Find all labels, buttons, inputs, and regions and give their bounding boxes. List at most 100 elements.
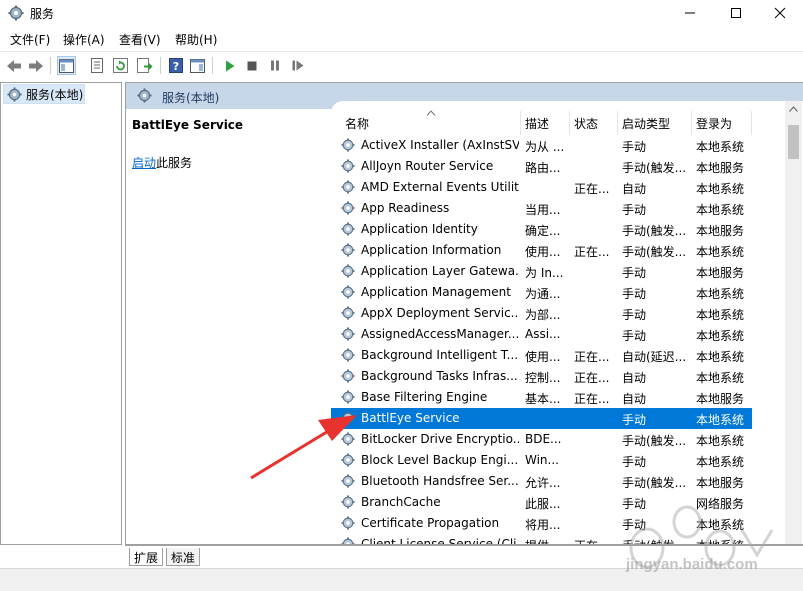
tab-extended[interactable]: 扩展 [129, 548, 164, 566]
start-service-link[interactable]: 启动 [132, 156, 156, 170]
service-status: 正在... [574, 392, 610, 406]
service-name: AppX Deployment Servic... [361, 306, 519, 320]
service-row[interactable]: Application Management 为通... 手动 本地系统 [331, 282, 752, 303]
service-name: BranchCache [361, 495, 441, 509]
close-icon [774, 7, 786, 19]
help-icon[interactable]: ? [166, 56, 185, 75]
service-startup-type: 手动 [622, 413, 647, 427]
properties-icon[interactable] [87, 56, 106, 75]
service-row[interactable]: Base Filtering Engine 基本... 正在... 自动 本地服务 [331, 387, 752, 408]
pause-service-icon[interactable] [265, 56, 284, 75]
export-list-icon[interactable] [135, 56, 154, 75]
service-row[interactable]: Application Identity 确定... 手动(触发... 本地服务 [331, 219, 752, 240]
column-description[interactable]: 描述 [525, 113, 549, 133]
services-gear-icon [137, 88, 152, 106]
service-gear-icon [341, 390, 355, 407]
stop-service-icon[interactable] [242, 56, 261, 75]
service-row[interactable]: Background Intelligent T... 使用... 正在... 自动(… [331, 345, 752, 366]
tree-item-services-local[interactable]: 服务(本地) [3, 84, 85, 104]
maximize-button[interactable] [713, 0, 759, 26]
show-hide-action-pane-icon[interactable] [188, 56, 207, 75]
back-icon[interactable] [4, 56, 23, 75]
forward-icon[interactable] [26, 56, 45, 75]
console-tree: 服务(本地) [0, 82, 122, 545]
watermark-text: jingyan.baidu.com [626, 556, 758, 573]
panel-header-title: 服务(本地) [162, 91, 220, 105]
service-log-on-as: 本地服务 [696, 476, 745, 490]
service-gear-icon [341, 348, 355, 365]
service-row[interactable]: AllJoyn Router Service 路由... 手动(触发... 本地服务 [331, 156, 752, 177]
service-name: Application Layer Gatewa... [361, 264, 519, 278]
service-row[interactable]: BitLocker Drive Encryptio... BDE... 手动(触发.… [331, 429, 752, 450]
menu-view[interactable]: 查看(V) [119, 31, 161, 48]
service-row[interactable]: Application Layer Gatewa... 为 In... 手动 本地服务 [331, 261, 752, 282]
service-row[interactable]: Background Tasks Infras... 控制... 正在... 自动 本地… [331, 366, 752, 387]
service-name: Bluetooth Handsfree Ser... [361, 474, 519, 488]
service-description: 允许... [525, 476, 561, 490]
service-gear-icon [341, 495, 355, 512]
minimize-icon [685, 12, 695, 14]
column-log-on-as[interactable]: 登录为 [696, 113, 732, 133]
service-gear-icon [341, 453, 355, 470]
service-name: AssignedAccessManager... [361, 327, 519, 341]
service-startup-type: 手动(触发... [622, 161, 687, 175]
vertical-scrollbar[interactable] [785, 101, 802, 544]
menu-action[interactable]: 操作(A) [63, 31, 105, 48]
close-button[interactable] [757, 0, 803, 26]
restart-service-icon[interactable] [288, 56, 307, 75]
service-description: 提供... [525, 537, 560, 544]
start-service-suffix: 此服务 [156, 156, 193, 170]
service-startup-type: 手动(触发... [622, 245, 687, 259]
service-startup-type: 手动 [622, 329, 647, 343]
service-row[interactable]: AMD External Events Utility 正在... 自动 本地系统 [331, 177, 752, 198]
service-log-on-as: 本地系统 [696, 413, 745, 427]
column-name[interactable]: 名称 [345, 113, 369, 133]
service-row[interactable]: BattlEye Service 手动 本地系统 [331, 408, 752, 429]
service-row[interactable]: Application Information 使用... 正在... 手动(触发..… [331, 240, 752, 261]
service-gear-icon [341, 306, 355, 323]
service-gear-icon [341, 201, 355, 218]
service-row[interactable]: ActiveX Installer (AxInstSV) 为从 ... 手动 本地系统 [331, 135, 752, 156]
service-name: Client License Service (Cli... [361, 537, 519, 545]
show-hide-console-tree-icon[interactable] [57, 56, 76, 75]
service-startup-type: 手动 [622, 140, 647, 154]
service-row[interactable]: BranchCache 此服... 手动 网络服务 [331, 492, 752, 513]
service-gear-icon [341, 264, 355, 281]
service-row[interactable]: Block Level Backup Engi... Win... 手动 本地系统 [331, 450, 752, 471]
start-service-icon[interactable] [220, 56, 239, 75]
service-description: 确定... [525, 224, 561, 238]
service-log-on-as: 网络服务 [696, 497, 745, 511]
service-log-on-as: 本地系统 [696, 182, 745, 196]
service-description: 路由... [525, 161, 561, 175]
menu-file[interactable]: 文件(F) [10, 31, 50, 48]
column-status[interactable]: 状态 [574, 113, 598, 133]
service-name: Background Tasks Infras... [361, 369, 518, 383]
service-gear-icon [341, 285, 355, 302]
service-description: BDE... [525, 432, 562, 446]
service-log-on-as: 本地系统 [696, 140, 745, 154]
scroll-up-icon [789, 106, 798, 112]
service-startup-type: 手动 [622, 497, 647, 511]
minimize-button[interactable] [667, 0, 713, 26]
service-log-on-as: 本地系统 [696, 371, 745, 385]
service-row[interactable]: Bluetooth Handsfree Ser... 允许... 手动(触发... 本… [331, 471, 752, 492]
menu-help[interactable]: 帮助(H) [175, 31, 217, 48]
service-row[interactable]: App Readiness 当用... 手动 本地系统 [331, 198, 752, 219]
maximize-icon [731, 8, 741, 18]
service-row[interactable]: AssignedAccessManager... Assi... 手动 本地系统 [331, 324, 752, 345]
service-gear-icon [341, 516, 355, 533]
tab-standard[interactable]: 标准 [166, 548, 201, 566]
service-row[interactable]: AppX Deployment Servic... 为部... 手动 本地系统 [331, 303, 752, 324]
service-description: 为 In... [525, 266, 564, 280]
service-row[interactable]: Client License Service (Cli... 提供... 正在...… [331, 534, 752, 545]
service-startup-type: 手动(触发... [622, 224, 687, 238]
service-startup-type: 自动 [622, 371, 647, 385]
svg-text:?: ? [172, 60, 178, 73]
scrollbar-thumb[interactable] [788, 125, 799, 159]
column-startup-type[interactable]: 启动类型 [622, 113, 670, 133]
service-startup-type: 手动 [622, 287, 647, 301]
rows-container: ActiveX Installer (AxInstSV) 为从 ... 手动 本地系统… [331, 135, 786, 545]
service-name: Base Filtering Engine [361, 390, 488, 404]
service-row[interactable]: Certificate Propagation 将用... 手动 本地系统 [331, 513, 752, 534]
refresh-icon[interactable] [111, 56, 130, 75]
